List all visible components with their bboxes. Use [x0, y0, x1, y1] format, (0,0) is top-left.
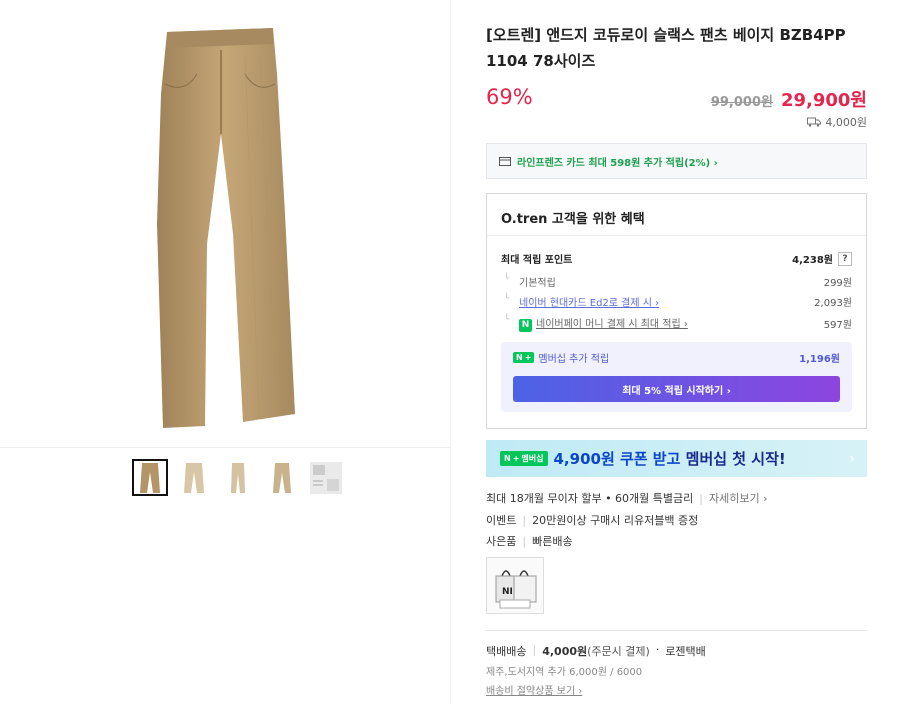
chevron-right-icon: ›	[849, 450, 855, 467]
thumbnail-list	[132, 459, 344, 496]
thumbnail-4[interactable]	[264, 459, 300, 496]
truck-icon	[807, 117, 822, 127]
help-icon[interactable]: ?	[838, 251, 852, 266]
membership-row: N + 멤버십 추가 적립 1,196원	[513, 350, 840, 365]
npay-point-label-wrap[interactable]: N 네이버페이 머니 결제 시 최대 적립 ›	[501, 315, 688, 332]
promo-amount: 4,900원 쿠폰 받고	[553, 450, 681, 468]
installment-text: 최대 18개월 무이자 할부 • 60개월 특별금리	[486, 492, 694, 505]
promo-badge-plus: +	[512, 454, 520, 463]
sale-price: 29,900원	[780, 90, 867, 111]
basic-point-label: 기본적립	[501, 274, 556, 289]
thumbnail-2[interactable]	[176, 459, 212, 496]
gift-text: 빠른배송	[532, 535, 573, 548]
max-point-value-wrap: 4,238원 ?	[792, 251, 852, 266]
discount-rate: 69%	[486, 85, 533, 109]
original-price: 99,000원	[710, 95, 773, 110]
naver-plus-badge: N +	[513, 352, 535, 363]
shipping-fee-wrap: 4,000원(주문시 결제)	[542, 643, 650, 659]
card-point-link[interactable]: 네이버 현대카드 Ed2로 결제 시 ›	[501, 294, 659, 309]
npay-point-value: 597원	[823, 319, 852, 331]
npay-point-row[interactable]: N 네이버페이 머니 결제 시 최대 적립 › 597원	[501, 315, 852, 332]
benefit-divider	[487, 235, 866, 236]
naver-badge-n: N	[516, 353, 523, 362]
dot-separator: ·	[655, 643, 660, 656]
shipping-row: 택배배송 | 4,000원(주문시 결제) · 로젠택배	[486, 643, 706, 659]
shipping-saving-link[interactable]: 배송비 절약상품 보기 ›	[486, 682, 582, 697]
basic-point-row: 기본적립 299원	[501, 274, 852, 289]
divider-pipe: |	[532, 643, 537, 656]
membership-badge: N + 멤버십	[500, 451, 548, 466]
card-promo-banner[interactable]: 라인프렌즈 카드 최대 598원 추가 적립(2%) ›	[486, 143, 867, 179]
divider-pipe: |	[522, 534, 527, 548]
promo-badge-text: 멤버십	[521, 454, 544, 463]
thumbnail-3[interactable]	[220, 459, 256, 496]
membership-coupon-banner[interactable]: N + 멤버십 4,900원 쿠폰 받고 멤버십 첫 시작! ›	[486, 440, 867, 477]
pants-image	[157, 27, 295, 428]
gift-bag-image[interactable]: NI	[486, 557, 544, 614]
installment-detail-link[interactable]: 자세히보기 ›	[709, 490, 768, 506]
basic-point-value: 299원	[823, 278, 852, 289]
shipping-fee-note: (주문시 결제)	[587, 645, 650, 658]
shipping-fee-text: 4,000원	[825, 116, 867, 129]
thumbnail-5[interactable]	[308, 459, 344, 496]
shipping-fee: 4,000원	[807, 114, 867, 130]
naver-n-icon: N	[519, 318, 532, 332]
gift-row: 사은품 | 빠른배송	[486, 533, 573, 549]
card-point-value: 2,093원	[814, 298, 852, 309]
svg-text:NI: NI	[502, 587, 513, 597]
membership-label: 멤버십 추가 적립	[538, 354, 610, 365]
divider-pipe: |	[699, 491, 703, 505]
card-promo-text: 라인프렌즈 카드 최대 598원 추가 적립(2%) ›	[517, 157, 718, 169]
promo-badge-n: N	[504, 454, 511, 463]
naver-badge-plus: +	[524, 353, 532, 362]
shipping-fee-amount: 4,000원	[542, 645, 588, 658]
membership-box: N + 멤버십 추가 적립 1,196원 최대 5% 적립 시작하기 ›	[501, 342, 852, 412]
shipping-carrier: 로젠택배	[665, 645, 706, 658]
membership-label-wrap: N + 멤버십 추가 적립	[513, 350, 609, 365]
price-row: 99,000원 29,900원	[711, 86, 867, 112]
product-gallery	[0, 0, 450, 704]
card-icon	[499, 156, 511, 166]
max-point-value: 4,238원	[792, 255, 833, 266]
npay-point-label: 네이버페이 머니 결제 시 최대 적립 ›	[536, 319, 688, 330]
column-divider	[450, 0, 451, 704]
main-product-image[interactable]	[0, 0, 450, 448]
shipping-extra: 제주,도서지역 추가 6,000원 / 6000	[486, 667, 643, 678]
event-text: 20만원이상 구매시 리유저블백 증정	[532, 514, 699, 527]
product-title: [오트렌] 앤드지 코듀로이 슬랙스 팬츠 베이지 BZB4PP 1104 78…	[486, 26, 846, 70]
installment-row: 최대 18개월 무이자 할부 • 60개월 특별금리 | 자세히보기 ›	[486, 490, 767, 506]
divider-pipe: |	[522, 513, 527, 527]
promo-text: 4,900원 쿠폰 받고 멤버십 첫 시작!	[554, 448, 786, 469]
thumbnail-1[interactable]	[132, 459, 168, 496]
promo-rest: 멤버십 첫 시작!	[685, 450, 786, 468]
event-label: 이벤트	[486, 514, 517, 527]
membership-start-button[interactable]: 최대 5% 적립 시작하기 ›	[513, 376, 840, 402]
gift-label: 사은품	[486, 535, 517, 548]
max-point-label: 최대 적립 포인트	[501, 255, 573, 266]
card-point-row[interactable]: 네이버 현대카드 Ed2로 결제 시 › 2,093원	[501, 294, 852, 309]
shipping-divider	[486, 630, 867, 631]
shipping-type: 택배배송	[486, 645, 527, 658]
event-row: 이벤트 | 20만원이상 구매시 리유저블백 증정	[486, 512, 698, 528]
max-point-row: 최대 적립 포인트 4,238원 ?	[501, 251, 852, 266]
benefit-box: O.tren 고객을 위한 혜택 최대 적립 포인트 4,238원 ? 기본적립…	[486, 193, 867, 429]
benefit-heading: O.tren 고객을 위한 혜택	[501, 212, 645, 227]
membership-value: 1,196원	[799, 354, 840, 365]
